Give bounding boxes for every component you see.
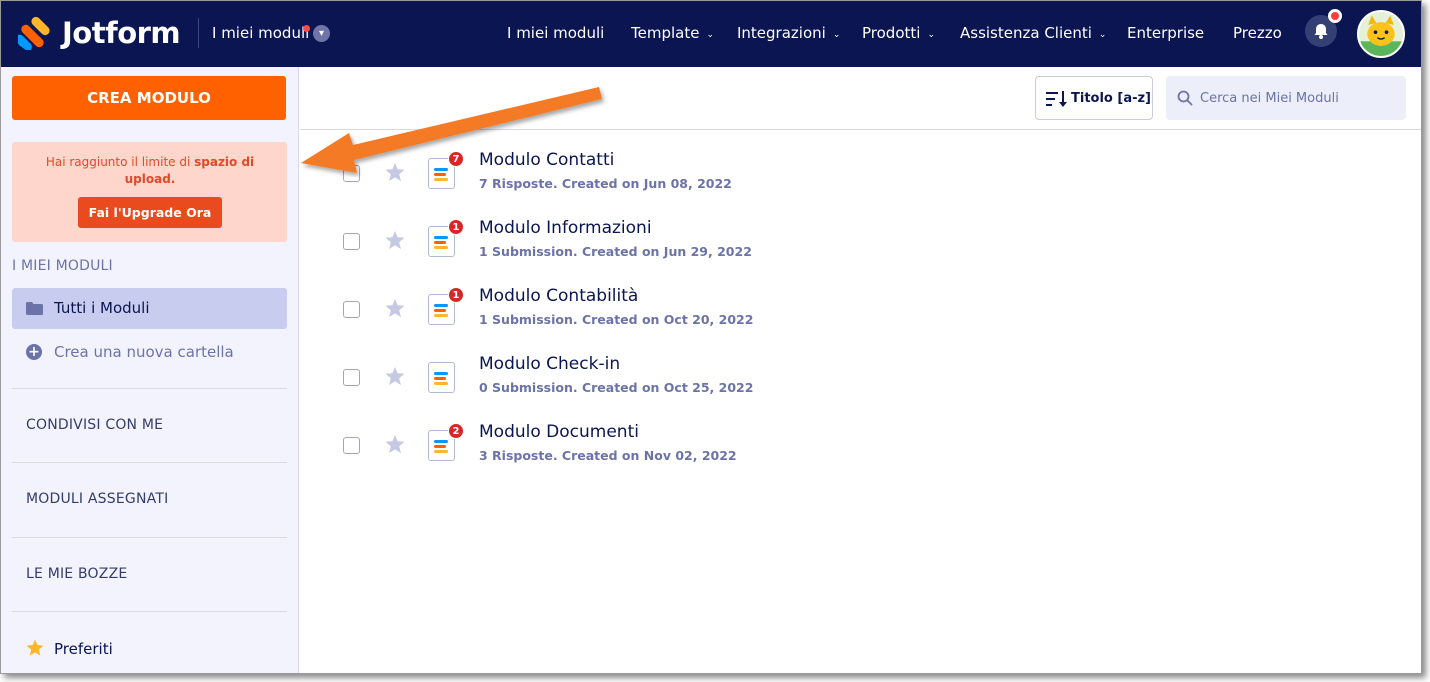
nav-products[interactable]: Prodotti ⌄ <box>862 23 935 46</box>
limit-text-prefix: Hai raggiunto il limite di <box>45 155 195 169</box>
unread-badge: 1 <box>448 287 464 303</box>
avatar[interactable] <box>1357 10 1405 58</box>
form-title[interactable]: Modulo Informazioni <box>479 218 652 238</box>
nav-templates[interactable]: Template ⌄ <box>631 23 714 46</box>
create-folder-label: Crea una nuova cartella <box>54 343 234 361</box>
unread-badge: 1 <box>448 219 464 235</box>
nav-label: Prezzo <box>1233 24 1282 42</box>
chevron-down-icon: ⌄ <box>927 30 935 40</box>
favorites-label: Preferiti <box>54 640 113 658</box>
sidebar-item-all-forms[interactable]: Tutti i Moduli <box>12 288 287 329</box>
chevron-down-icon: ⌄ <box>706 30 714 40</box>
nav-support[interactable]: Assistenza Clienti ⌄ <box>960 23 1106 46</box>
sidebar-item-label: Tutti i Moduli <box>54 299 150 317</box>
select-checkbox[interactable] <box>343 437 360 454</box>
star-icon[interactable] <box>385 231 405 250</box>
sidebar-item-assigned-forms[interactable]: MODULI ASSEGNATI <box>26 491 168 507</box>
star-icon[interactable] <box>385 367 405 386</box>
nav-divider <box>198 18 199 48</box>
sort-label: Titolo [a-z] <box>1071 91 1151 106</box>
upgrade-button[interactable]: Fai l'Upgrade Ora <box>78 197 222 228</box>
nav-my-forms[interactable]: I miei moduli <box>507 23 604 43</box>
nav-integrations[interactable]: Integrazioni ⌄ <box>737 23 840 46</box>
annotation-arrow-icon <box>301 87 602 173</box>
divider <box>12 537 287 538</box>
jotform-logo-icon[interactable] <box>18 16 50 50</box>
select-checkbox[interactable] <box>343 301 360 318</box>
star-icon[interactable] <box>385 299 405 318</box>
divider <box>12 388 287 389</box>
form-meta: 7 Risposte. Created on Jun 08, 2022 <box>479 176 732 191</box>
star-icon[interactable] <box>385 435 405 454</box>
notification-dot <box>303 25 310 32</box>
form-list-item[interactable]: Modulo Check-in 0 Submission. Created on … <box>300 346 1421 406</box>
select-checkbox[interactable] <box>343 233 360 250</box>
chevron-down-icon: ⌄ <box>832 30 841 40</box>
form-meta: 1 Submission. Created on Oct 20, 2022 <box>479 312 754 327</box>
star-icon <box>26 639 44 656</box>
nav-pricing[interactable]: Prezzo <box>1233 23 1282 43</box>
my-forms-dropdown[interactable]: I miei moduli <box>212 23 309 43</box>
brand-name[interactable]: Jotform <box>62 15 181 51</box>
upload-limit-notice: Hai raggiunto il limite di spazio di upl… <box>12 142 287 242</box>
search-input[interactable] <box>1200 86 1396 110</box>
divider <box>12 611 287 612</box>
form-meta: 0 Submission. Created on Oct 25, 2022 <box>479 380 754 395</box>
sidebar-item-drafts[interactable]: LE MIE BOZZE <box>26 566 127 582</box>
sidebar: CREA MODULO Hai raggiunto il limite di s… <box>1 67 299 673</box>
create-form-button[interactable]: CREA MODULO <box>12 76 286 120</box>
form-title[interactable]: Modulo Check-in <box>479 354 620 374</box>
nav-label: I miei moduli <box>507 24 605 42</box>
nav-label: Assistenza Clienti <box>960 24 1092 42</box>
form-list-item[interactable]: 2 Modulo Documenti 3 Risposte. Created on … <box>300 414 1421 474</box>
top-nav: Jotform I miei moduli ▾ I miei moduli Te… <box>1 1 1421 67</box>
nav-enterprise[interactable]: Enterprise <box>1127 23 1204 43</box>
folder-icon <box>26 302 43 315</box>
chevron-down-icon[interactable]: ▾ <box>313 25 330 42</box>
upload-limit-text: Hai raggiunto il limite di spazio di upl… <box>30 154 270 188</box>
unread-badge: 2 <box>448 423 464 439</box>
notification-badge <box>1328 9 1342 23</box>
form-title[interactable]: Modulo Contabilità <box>479 286 638 306</box>
sort-icon <box>1046 91 1067 107</box>
search-box[interactable] <box>1166 76 1406 120</box>
form-list-item[interactable]: 1 Modulo Contabilità 1 Submission. Created… <box>300 278 1421 338</box>
form-icon <box>428 362 455 393</box>
nav-label: Enterprise <box>1127 24 1205 42</box>
form-meta: 3 Risposte. Created on Nov 02, 2022 <box>479 448 737 463</box>
chevron-down-icon: ⌄ <box>1098 30 1107 40</box>
app-window: Jotform I miei moduli ▾ I miei moduli Te… <box>0 0 1422 674</box>
form-list-item[interactable]: 1 Modulo Informazioni 1 Submission. Create… <box>300 210 1421 270</box>
nav-label: Integrazioni <box>737 24 826 42</box>
form-meta: 1 Submission. Created on Jun 29, 2022 <box>479 244 752 259</box>
search-icon <box>1177 90 1193 106</box>
form-title[interactable]: Modulo Documenti <box>479 422 639 442</box>
plus-circle-icon: + <box>26 344 42 360</box>
nav-label: Prodotti <box>862 24 921 42</box>
my-forms-heading: I MIEI MODULI <box>12 258 113 274</box>
nav-label: Template <box>631 24 700 42</box>
divider <box>12 462 287 463</box>
sidebar-item-shared-with-me[interactable]: CONDIVISI CON ME <box>26 417 163 433</box>
sort-button[interactable]: Titolo [a-z] <box>1035 76 1153 120</box>
user-avatar-icon <box>1359 15 1403 56</box>
select-checkbox[interactable] <box>343 369 360 386</box>
